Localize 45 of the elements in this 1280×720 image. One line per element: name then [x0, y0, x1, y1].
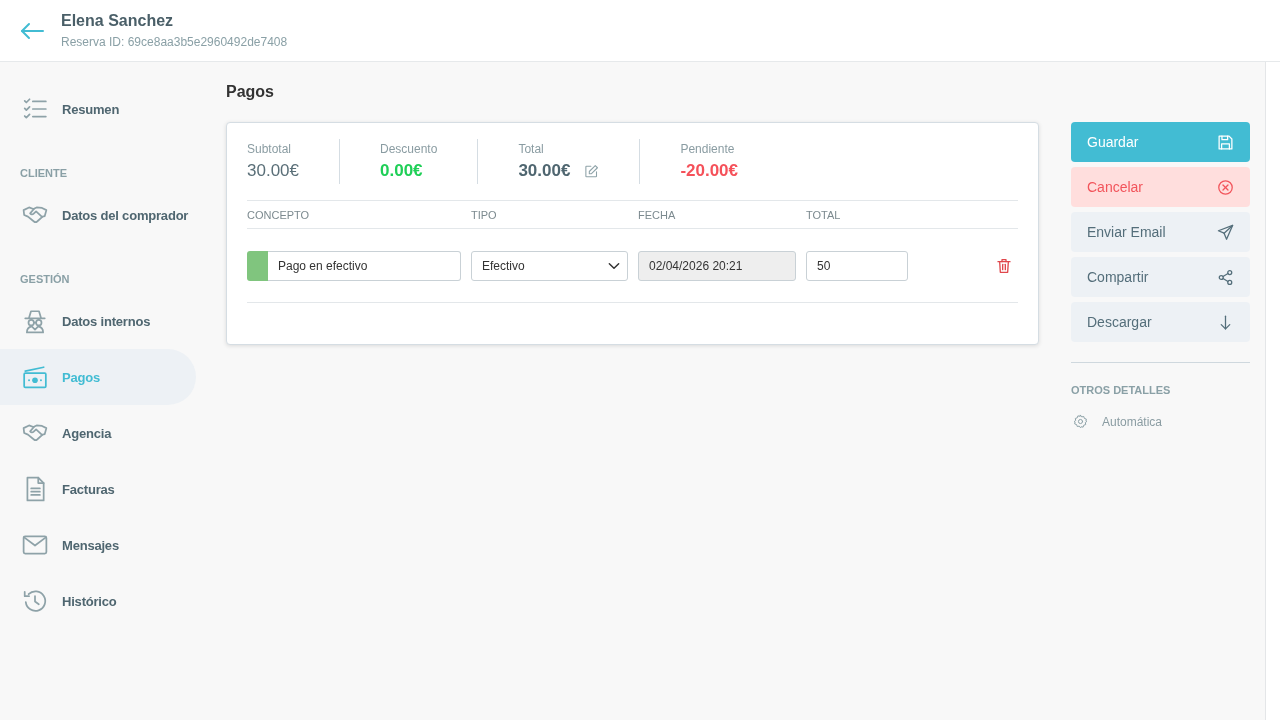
history-icon [22, 588, 48, 614]
back-arrow-icon[interactable] [20, 20, 44, 41]
summary-label: Descuento [380, 142, 438, 156]
download-button[interactable]: Descargar [1071, 302, 1250, 342]
concept-field[interactable]: Pago en efectivo [268, 251, 461, 281]
summary-value: 30.00€ [518, 160, 571, 182]
column-header: TIPO [471, 208, 497, 221]
amount-field[interactable]: 50 [806, 251, 908, 281]
section-title: Pagos [226, 82, 274, 102]
summary-label: Pendiente [680, 142, 735, 156]
sidebar-item[interactable]: Facturas [0, 461, 196, 517]
banknote-icon [22, 364, 48, 390]
scrollbar-track[interactable] [1265, 62, 1280, 720]
page-heading: Elena Sanchez [61, 11, 174, 31]
sidebar-item[interactable]: Datos del comprador [0, 187, 196, 243]
column-header: TOTAL [806, 208, 841, 221]
sidebar-item[interactable]: Datos internos [0, 293, 196, 349]
section-heading: CLIENTE [20, 166, 68, 180]
paper-plane-icon [1217, 223, 1234, 241]
summary-value: 0.00€ [380, 160, 423, 182]
share-icon [1217, 268, 1234, 286]
column-header: FECHA [638, 208, 676, 221]
checklist-icon [22, 96, 48, 122]
summary-label: Total [518, 142, 544, 156]
section-heading: OTROS DETALLES [1071, 383, 1171, 397]
envelope-icon [22, 532, 48, 558]
booking-id: Reserva ID: 69ce8aa3b5e2960492de7408 [61, 34, 288, 50]
hat-and-glasses-icon [22, 308, 48, 334]
sidebar-item[interactable]: Agencia [0, 405, 196, 461]
gear-icon [1073, 414, 1088, 429]
share-button[interactable]: Compartir [1071, 257, 1250, 297]
summary-label: Subtotal [247, 142, 292, 156]
circle-x-icon [1217, 178, 1234, 196]
section-heading: GESTIÓN [20, 272, 70, 286]
sidebar-item[interactable]: Resumen [0, 81, 196, 137]
summary-value: 30.00€ [247, 160, 299, 182]
sidebar-item[interactable]: Histórico [0, 573, 196, 629]
summary-value: -20.00€ [680, 160, 739, 182]
sidebar-item[interactable]: Mensajes [0, 517, 196, 573]
edit-icon[interactable] [584, 163, 600, 179]
detail-text: Automática [1102, 414, 1163, 429]
trash-icon[interactable] [996, 257, 1012, 275]
column-header: CONCEPTO [247, 208, 310, 221]
email-button[interactable]: Enviar Email [1071, 212, 1250, 252]
type-dropdown[interactable]: Efectivo [471, 251, 628, 281]
